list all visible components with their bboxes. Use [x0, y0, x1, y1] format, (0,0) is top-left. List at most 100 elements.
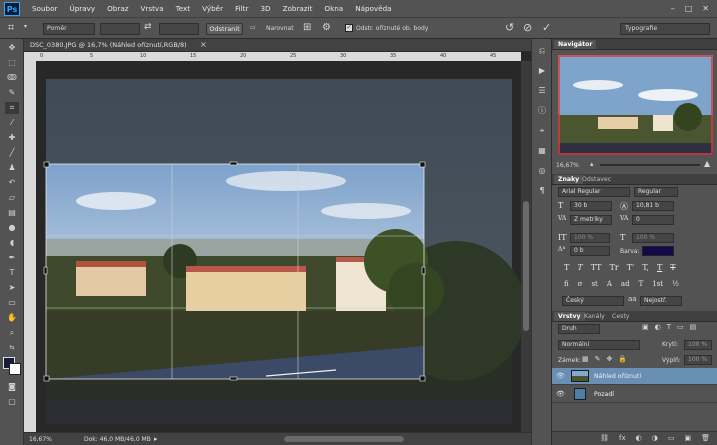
tab-paragraph[interactable]: Odstavec [578, 175, 615, 184]
eye-icon[interactable]: 👁 [556, 390, 566, 400]
baseline-shift-input[interactable]: 0 b [570, 246, 610, 256]
straighten-icon[interactable]: ▭ [250, 24, 256, 31]
ligatures-button[interactable]: fi [564, 280, 569, 288]
pixel-filter-icon[interactable]: ▣ [642, 323, 649, 331]
strikethrough-button[interactable]: T [670, 263, 675, 272]
photo-crop-preview[interactable] [36, 61, 521, 432]
trash-icon[interactable]: 🗑 [701, 432, 710, 445]
crop-handle[interactable] [43, 161, 50, 168]
ratio-width-input[interactable] [100, 23, 140, 35]
hand-tool-icon[interactable]: ✋ [5, 312, 19, 324]
paragraph-icon[interactable]: ¶ [536, 185, 548, 196]
swap-icon[interactable]: ⇄ [144, 22, 152, 32]
menu-napoveda[interactable]: Nápověda [349, 0, 397, 17]
font-family-select[interactable]: Arial Regular [558, 187, 630, 197]
type-filter-icon[interactable]: T [667, 323, 671, 331]
pen-tool-icon[interactable]: ✒ [5, 252, 19, 264]
kerning-select[interactable]: Z metriky [570, 215, 612, 225]
vertical-scale-input[interactable]: 100 % [570, 233, 610, 243]
font-style-select[interactable]: Regular [634, 187, 678, 197]
brush-tool-icon[interactable]: ╱ [5, 147, 19, 159]
lock-all-icon[interactable]: 🔒 [618, 355, 627, 363]
navigator-zoom-slider[interactable] [600, 164, 700, 166]
font-size-input[interactable]: 30 b [570, 201, 612, 211]
eye-icon[interactable]: 👁 [556, 372, 566, 382]
layer-mask-icon[interactable]: ◐ [636, 432, 642, 445]
menu-obraz[interactable]: Obraz [101, 0, 134, 17]
layer-name[interactable]: Náhled oříznutí [594, 373, 641, 380]
all-caps-button[interactable]: TT [591, 263, 602, 272]
leading-input[interactable]: 10,81 b [632, 201, 674, 211]
text-color-swatch[interactable] [642, 246, 674, 256]
menu-upravy[interactable]: Úpravy [63, 0, 101, 17]
vertical-scrollbar[interactable] [521, 61, 531, 432]
swatches-icon[interactable]: ▦ [536, 145, 548, 156]
info-icon[interactable]: ⓘ [536, 105, 548, 116]
blend-mode-select[interactable]: Normální [558, 340, 640, 350]
menu-vrstva[interactable]: Vrstva [135, 0, 170, 17]
faux-bold-button[interactable]: T [564, 263, 569, 272]
close-button[interactable]: ✕ [702, 4, 709, 13]
zoom-tool-icon[interactable]: ⌕ [5, 327, 19, 339]
crop-handle[interactable] [43, 375, 50, 382]
zoom-in-icon[interactable]: ▲ [704, 159, 710, 168]
crop-tool-icon[interactable]: ⌗ [5, 102, 19, 114]
language-select[interactable]: Český [562, 296, 624, 306]
crop-handle[interactable] [43, 266, 48, 275]
clear-button[interactable]: Odstranit [206, 23, 243, 35]
contextual-alternates-button[interactable]: σ [578, 280, 583, 288]
lock-position-icon[interactable]: ✥ [607, 355, 613, 363]
crop-handle[interactable] [421, 266, 426, 275]
menu-text[interactable]: Text [170, 0, 197, 17]
commit-icon[interactable]: ✓ [542, 21, 551, 34]
new-layer-icon[interactable]: ▣ [684, 432, 691, 445]
gear-icon[interactable]: ⚙ [322, 22, 331, 33]
quick-mask-icon[interactable]: ◙ [5, 381, 19, 393]
menu-filtr[interactable]: Filtr [229, 0, 254, 17]
scrollbar-thumb[interactable] [523, 201, 529, 331]
properties-icon[interactable]: ☰ [536, 85, 548, 96]
fill-input[interactable]: 100 % [684, 355, 712, 365]
superscript-button[interactable]: T' [627, 263, 635, 272]
menu-vyber[interactable]: Výběr [196, 0, 229, 17]
layer-style-icon[interactable]: fx [619, 432, 626, 445]
gradient-tool-icon[interactable]: ▤ [5, 207, 19, 219]
overlay-grid-icon[interactable]: ⊞ [303, 22, 311, 33]
horizontal-scrollbar-thumb[interactable] [284, 436, 404, 442]
ratio-height-input[interactable] [159, 23, 199, 35]
link-layers-icon[interactable]: ⛓ [600, 432, 609, 445]
screen-mode-icon[interactable]: ▢ [5, 396, 19, 408]
ratio-select[interactable]: Poměr [43, 23, 95, 35]
eyedropper-tool-icon[interactable]: ⁄ [5, 117, 19, 129]
rectangle-tool-icon[interactable]: ▭ [5, 297, 19, 309]
crop-icon[interactable]: ⌗ [8, 21, 14, 35]
document-tab[interactable]: DSC_0380.JPG @ 16,7% (Náhled oříznutí,RG… [24, 39, 531, 52]
chevron-right-icon[interactable]: ▸ [154, 435, 158, 443]
path-select-tool-icon[interactable]: ➤ [5, 282, 19, 294]
healing-tool-icon[interactable]: ✚ [5, 132, 19, 144]
fractions-button[interactable]: ½ [672, 280, 679, 288]
tracking-select[interactable]: 0 [632, 215, 674, 225]
subscript-button[interactable]: T, [642, 263, 649, 272]
background-color-swatch[interactable] [9, 363, 21, 375]
layer-row[interactable]: 👁 Náhled oříznutí [552, 368, 717, 385]
zoom-out-icon[interactable]: ▴ [590, 160, 594, 168]
swash-button[interactable]: A [607, 280, 612, 288]
crop-handle[interactable] [229, 161, 238, 166]
close-tab-icon[interactable]: × [200, 40, 207, 49]
clone-stamp-tool-icon[interactable]: ♟ [5, 162, 19, 174]
minimize-button[interactable]: – [671, 4, 675, 13]
menu-zobrazit[interactable]: Zobrazit [277, 0, 319, 17]
stylistic-alternates-button[interactable]: ad [621, 280, 630, 288]
titling-alternates-button[interactable]: T [639, 280, 644, 288]
lock-transparency-icon[interactable]: ▦ [582, 355, 589, 363]
adjustment-layer-icon[interactable]: ◑ [652, 432, 658, 445]
straighten-label[interactable]: Narovnat [266, 25, 294, 32]
zoom-level[interactable]: 16,67% [29, 436, 52, 443]
canvas[interactable] [36, 61, 521, 432]
adjustment-filter-icon[interactable]: ◐ [655, 323, 661, 331]
tab-navigator[interactable]: Navigátor [554, 40, 597, 49]
menu-soubor[interactable]: Soubor [26, 0, 63, 17]
navigator-preview[interactable] [558, 55, 713, 155]
underline-button[interactable]: T [657, 263, 662, 272]
